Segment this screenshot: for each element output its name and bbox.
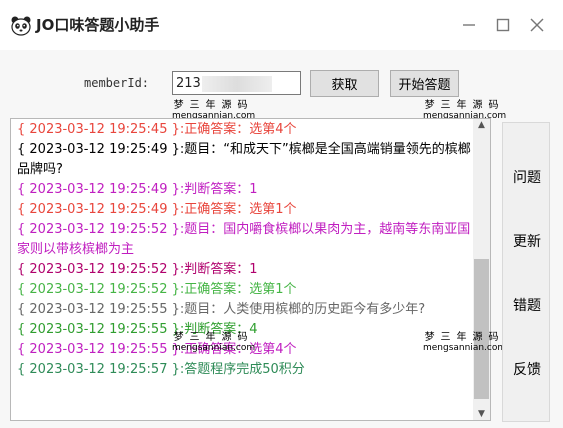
side-panel: 问题 更新 错题 反馈	[502, 122, 550, 422]
watermark: 梦三年源码 mengsannian.com	[423, 332, 507, 354]
watermark-chars: 梦三年源码	[424, 100, 505, 111]
member-id-input[interactable]: 2136652	[172, 71, 301, 95]
log-line: { 2023-03-12 19:25:52 }:题目：国内嚼食槟榔以果肉为主，越…	[17, 222, 471, 257]
watermark-url: mengsannian.com	[423, 343, 507, 353]
log-line: { 2023-03-12 19:25:57 }:答题程序完成50积分	[17, 362, 305, 377]
scroll-down-icon[interactable]: ▼	[473, 409, 490, 419]
redacted-blur	[201, 75, 272, 92]
scroll-up-icon[interactable]: ▲	[473, 120, 490, 130]
title-bar: JO口味答题小助手	[0, 0, 563, 50]
log-line: { 2023-03-12 19:25:49 }:题目：“和成天下”槟榔是全国高端…	[17, 142, 471, 177]
app-window: JO口味答题小助手 memberId: 2136652 获取 开始答题 梦三年源…	[0, 0, 563, 428]
member-id-label: memberId:	[84, 76, 150, 90]
log-scrollbar[interactable]: ▲ ▼	[473, 119, 490, 420]
minimize-icon[interactable]	[455, 12, 483, 38]
watermark-chars: 梦三年源码	[173, 332, 254, 343]
question-button[interactable]: 问题	[503, 167, 551, 187]
update-button[interactable]: 更新	[503, 231, 551, 251]
watermark-chars: 梦三年源码	[173, 100, 254, 111]
watermark: 梦三年源码 mengsannian.com	[172, 332, 256, 354]
log-line: { 2023-03-12 19:25:49 }:正确答案：选第1个	[17, 202, 297, 217]
close-icon[interactable]	[523, 12, 551, 38]
watermark-chars: 梦三年源码	[424, 332, 505, 343]
watermark-url: mengsannian.com	[172, 343, 256, 353]
member-id-value-start: 213	[176, 76, 201, 91]
panda-icon	[11, 16, 31, 36]
log-line: { 2023-03-12 19:25:49 }:判断答案：1	[17, 182, 258, 197]
window-title: JO口味答题小助手	[36, 16, 160, 34]
scroll-thumb[interactable]	[474, 259, 489, 399]
get-button[interactable]: 获取	[310, 70, 379, 97]
feedback-button[interactable]: 反馈	[503, 359, 551, 379]
log-area[interactable]: { 2023-03-12 19:25:45 }:正确答案：选第4个 { 2023…	[10, 118, 491, 421]
wrong-answers-button[interactable]: 错题	[503, 295, 551, 315]
maximize-icon[interactable]	[489, 12, 517, 38]
log-line: { 2023-03-12 19:25:52 }:判断答案：1	[17, 262, 258, 277]
log-line: { 2023-03-12 19:25:55 }:题目：人类使用槟榔的历史距今有多…	[17, 302, 426, 317]
log-line: { 2023-03-12 19:25:52 }:正确答案：选第1个	[17, 282, 297, 297]
start-quiz-button[interactable]: 开始答题	[390, 70, 459, 97]
log-line: { 2023-03-12 19:25:45 }:正确答案：选第4个	[17, 122, 297, 137]
